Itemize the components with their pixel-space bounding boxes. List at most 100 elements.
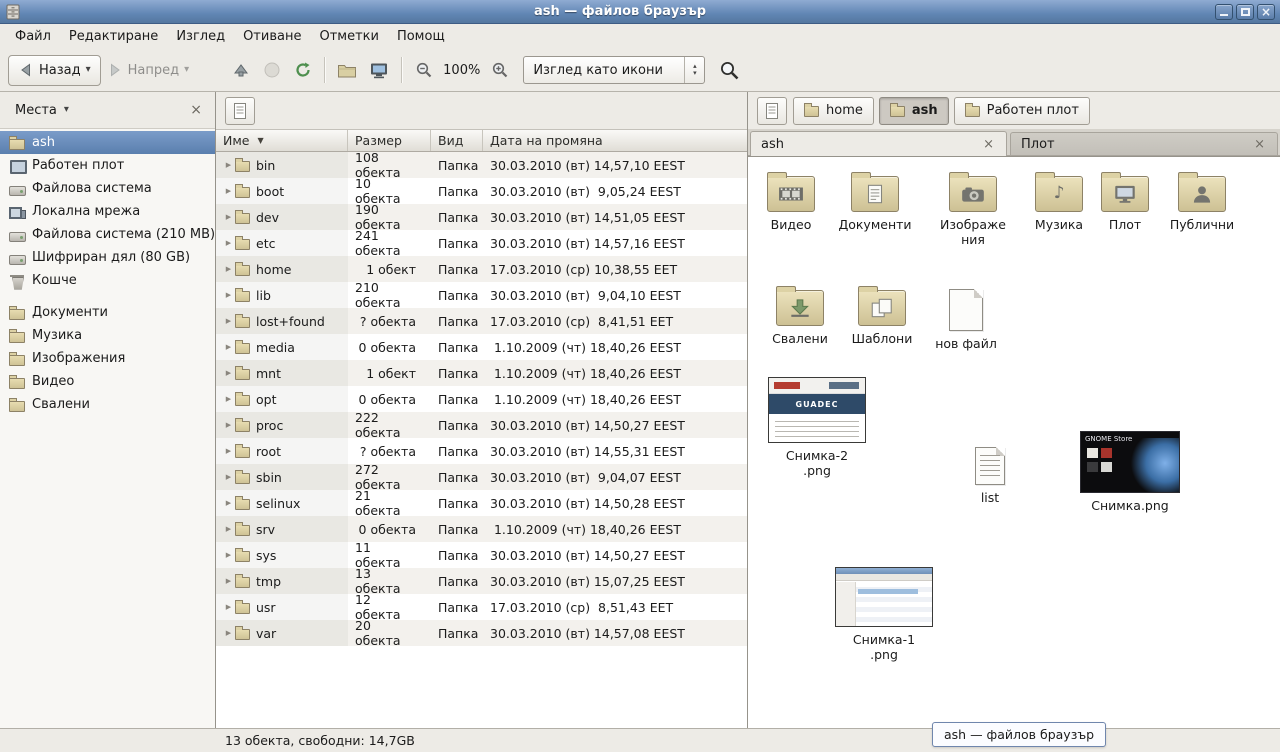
menu-bookmarks[interactable]: Отметки	[310, 26, 387, 47]
places-item[interactable]: Файлова система (210 MB)	[0, 223, 215, 246]
places-item[interactable]: Свалени	[0, 393, 215, 416]
column-header-name[interactable]: Име ▼	[216, 130, 348, 151]
expander-icon[interactable]: ▶	[222, 447, 235, 455]
icon-item-documents[interactable]: Документи	[833, 171, 917, 232]
places-item[interactable]: Работен плот	[0, 154, 215, 177]
path-button[interactable]: ash	[879, 97, 949, 125]
expander-icon[interactable]: ▶	[222, 473, 235, 481]
icon-item-video[interactable]: Видео	[749, 171, 833, 232]
icon-item-downloads[interactable]: Свалени	[758, 285, 842, 346]
icon-view[interactable]: Видео Документи Изображения ♪ Музика Пло…	[748, 156, 1280, 728]
expander-icon[interactable]: ▶	[222, 421, 235, 429]
file-row[interactable]: ▶ lib 210 обекта Папка 30.03.2010 (вт) 9…	[216, 282, 747, 308]
expander-icon[interactable]: ▶	[222, 265, 235, 273]
places-item[interactable]: Локална мрежа	[0, 200, 215, 223]
places-item[interactable]: ash	[0, 131, 215, 154]
expander-icon[interactable]: ▶	[222, 369, 235, 377]
icon-item-public[interactable]: Публични	[1160, 171, 1244, 232]
icon-item-list-file[interactable]: list	[948, 443, 1032, 505]
tab-close-icon[interactable]: ×	[981, 138, 996, 151]
menu-help[interactable]: Помощ	[388, 26, 454, 47]
file-row[interactable]: ▶ srv 0 обекта Папка 1.10.2009 (чт) 18,4…	[216, 516, 747, 542]
file-row[interactable]: ▶ mnt 1 обект Папка 1.10.2009 (чт) 18,40…	[216, 360, 747, 386]
maximize-button[interactable]	[1236, 4, 1254, 20]
file-row[interactable]: ▶ dev 190 обекта Папка 30.03.2010 (вт) 1…	[216, 204, 747, 230]
column-header-size[interactable]: Размер	[348, 130, 431, 151]
places-item[interactable]: Кошче	[0, 269, 215, 292]
file-row[interactable]: ▶ boot 10 обекта Папка 30.03.2010 (вт) 9…	[216, 178, 747, 204]
file-row[interactable]: ▶ media 0 обекта Папка 1.10.2009 (чт) 18…	[216, 334, 747, 360]
reload-button[interactable]	[287, 55, 318, 86]
path-button[interactable]: Работен плот	[954, 97, 1090, 125]
file-row[interactable]: ▶ var 20 обекта Папка 30.03.2010 (вт) 14…	[216, 620, 747, 646]
minimize-button[interactable]	[1215, 4, 1233, 20]
file-row[interactable]: ▶ proc 222 обекта Папка 30.03.2010 (вт) …	[216, 412, 747, 438]
places-item[interactable]: Видео	[0, 370, 215, 393]
tab-ash[interactable]: ash ×	[750, 131, 1007, 156]
file-row[interactable]: ▶ usr 12 обекта Папка 17.03.2010 (ср) 8,…	[216, 594, 747, 620]
computer-button[interactable]	[363, 55, 395, 86]
file-row[interactable]: ▶ bin 108 обекта Папка 30.03.2010 (вт) 1…	[216, 152, 747, 178]
expander-icon[interactable]: ▶	[222, 525, 235, 533]
menu-edit[interactable]: Редактиране	[60, 26, 167, 47]
close-button[interactable]: ×	[1257, 4, 1275, 20]
file-row[interactable]: ▶ sys 11 обекта Папка 30.03.2010 (вт) 14…	[216, 542, 747, 568]
sidebar-mode-selector[interactable]: Места ▾	[9, 100, 75, 121]
expander-icon[interactable]: ▶	[222, 317, 235, 325]
expander-icon[interactable]: ▶	[222, 213, 235, 221]
back-button[interactable]: Назад ▾	[8, 55, 101, 86]
expander-icon[interactable]: ▶	[222, 239, 235, 247]
expander-icon[interactable]: ▶	[222, 603, 235, 611]
expander-icon[interactable]: ▶	[222, 551, 235, 559]
tab-close-icon[interactable]: ×	[1252, 138, 1267, 151]
location-toggle-button[interactable]	[225, 97, 255, 125]
search-button[interactable]	[713, 55, 746, 86]
tab-plot[interactable]: Плот ×	[1010, 132, 1278, 155]
icon-item-pictures[interactable]: Изображения	[928, 171, 1018, 247]
file-row[interactable]: ▶ selinux 21 обекта Папка 30.03.2010 (вт…	[216, 490, 747, 516]
menu-file[interactable]: Файл	[6, 26, 60, 47]
up-button[interactable]	[225, 55, 256, 86]
icon-item-desktop[interactable]: Плот	[1087, 171, 1163, 232]
expander-icon[interactable]: ▶	[222, 395, 235, 403]
forward-button[interactable]: Напред ▾	[101, 55, 196, 86]
places-item[interactable]: Изображения	[0, 347, 215, 370]
expander-icon[interactable]: ▶	[222, 343, 235, 351]
window-icon[interactable]	[5, 4, 21, 20]
expander-icon[interactable]: ▶	[222, 499, 235, 507]
window-titlebar[interactable]: ash — файлов браузър ×	[0, 0, 1280, 24]
icon-item-snimka2[interactable]: GUADEC Снимка-2.png	[762, 375, 872, 478]
expander-icon[interactable]: ▶	[222, 291, 235, 299]
expander-icon[interactable]: ▶	[222, 161, 235, 169]
file-row[interactable]: ▶ home 1 обект Папка 17.03.2010 (ср) 10,…	[216, 256, 747, 282]
column-header-date[interactable]: Дата на промяна	[483, 130, 747, 151]
menu-view[interactable]: Изглед	[167, 26, 234, 47]
column-header-type[interactable]: Вид	[431, 130, 483, 151]
icon-item-new-file[interactable]: нов файл	[924, 285, 1008, 351]
location-toggle-button[interactable]	[757, 97, 787, 125]
file-row[interactable]: ▶ lost+found ? обекта Папка 17.03.2010 (…	[216, 308, 747, 334]
places-item[interactable]: Документи	[0, 301, 215, 324]
view-mode-selector[interactable]: Изглед като икони ▴ ▾	[523, 56, 705, 84]
menu-go[interactable]: Отиване	[234, 26, 310, 47]
file-row[interactable]: ▶ sbin 272 обекта Папка 30.03.2010 (вт) …	[216, 464, 747, 490]
zoom-out-button[interactable]	[408, 55, 439, 86]
places-item[interactable]: Шифриран дял (80 GB)	[0, 246, 215, 269]
icon-item-templates[interactable]: Шаблони	[840, 285, 924, 346]
file-row[interactable]: ▶ opt 0 обекта Папка 1.10.2009 (чт) 18,4…	[216, 386, 747, 412]
icon-item-snimka[interactable]: GNOME Store Снимка.png	[1075, 429, 1185, 513]
expander-icon[interactable]: ▶	[222, 577, 235, 585]
places-item[interactable]: Файлова система	[0, 177, 215, 200]
expander-icon[interactable]: ▶	[222, 629, 235, 637]
stop-button[interactable]	[256, 55, 287, 86]
sidebar-close-button[interactable]: ×	[186, 101, 206, 119]
file-row[interactable]: ▶ tmp 13 обекта Папка 30.03.2010 (вт) 15…	[216, 568, 747, 594]
zoom-in-button[interactable]	[484, 55, 515, 86]
home-button[interactable]	[331, 55, 363, 86]
path-button[interactable]: home	[793, 97, 874, 125]
file-row[interactable]: ▶ etc 241 обекта Папка 30.03.2010 (вт) 1…	[216, 230, 747, 256]
icon-item-snimka1[interactable]: Снимка-1.png	[829, 565, 939, 662]
file-row[interactable]: ▶ root ? обекта Папка 30.03.2010 (вт) 14…	[216, 438, 747, 464]
places-item[interactable]: Музика	[0, 324, 215, 347]
expander-icon[interactable]: ▶	[222, 187, 235, 195]
